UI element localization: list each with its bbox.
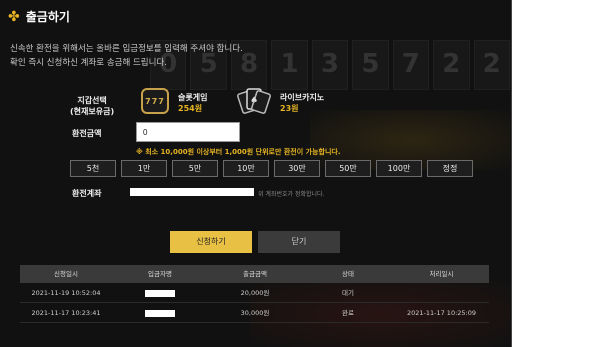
withdraw-history-table: 신청일시 입금자명 출금금액 상태 처리일시 2021-11-19 10:52:… [20, 265, 489, 323]
playing-cards-icon[interactable]: ♠ [236, 86, 272, 116]
casino-wallet-name[interactable]: 라이브카지노 [280, 92, 324, 103]
bg-digit: 3 [311, 40, 349, 90]
column-header: 처리일시 [429, 270, 454, 278]
bg-digit: 1 [271, 40, 308, 90]
amount-reset-button[interactable]: 정정 [427, 160, 473, 177]
amount-label: 환전금액 [72, 129, 102, 138]
cell-status: 완료 [342, 309, 354, 317]
column-header: 신청일시 [54, 270, 78, 278]
cell-depositor-redacted [112, 303, 208, 322]
amount-button-300k[interactable]: 30만 [274, 160, 320, 177]
withdraw-amount-input[interactable] [136, 122, 240, 142]
table-row: 2021-11-19 10:52:04 20,000원 대기 [20, 283, 489, 303]
cell-depositor-redacted [112, 283, 208, 302]
wallet-label: 지갑선택 (현재보유금) [70, 95, 114, 117]
table-row: 2021-11-17 10:23:41 30,000원 완료 2021-11-1… [20, 303, 489, 323]
withdraw-modal: 0 5 8 1 3 5 7 2 2 ✤ 출금하기 신속한 환전을 위해서는 올바… [0, 0, 512, 347]
slot-wallet-amount: 254원 [178, 104, 203, 113]
wallet-label-line: 지갑선택 [77, 96, 107, 105]
cell-request-date: 2021-11-17 10:23:41 [31, 309, 101, 317]
column-header: 출금금액 [243, 270, 267, 278]
bg-digit: 2 [433, 40, 470, 90]
amount-button-1m[interactable]: 100만 [376, 160, 422, 177]
casino-wallet-amount: 23원 [280, 104, 299, 113]
amount-button-100k[interactable]: 10만 [223, 160, 269, 177]
svg-text:♠: ♠ [250, 96, 258, 106]
cell-processed-date [394, 283, 489, 302]
account-number-redacted [130, 188, 254, 196]
slot-icon-text: 777 [145, 96, 165, 106]
column-header: 입금자명 [148, 270, 172, 278]
notice-text: 신속한 환전을 위해서는 올바른 입금정보를 입력해 주셔야 합니다. 확인 즉… [10, 42, 243, 70]
amount-button-50k[interactable]: 5만 [172, 160, 218, 177]
account-hint: 위 계좌번호가 정확합니다. [258, 191, 325, 198]
bg-digit: 7 [392, 40, 430, 90]
redaction-mask [145, 289, 175, 297]
cell-processed-date: 2021-11-17 10:25:09 [406, 309, 477, 317]
apply-button[interactable]: 신청하기 [170, 231, 252, 253]
clover-icon: ✤ [8, 8, 20, 25]
amount-button-row: 5천 1만 5만 10만 30만 50만 100만 정정 [70, 160, 473, 177]
cell-request-date: 2021-11-19 10:52:04 [31, 289, 101, 297]
cell-amount: 20,000원 [240, 289, 270, 297]
amount-button-5k[interactable]: 5천 [70, 160, 116, 177]
redaction-mask [145, 309, 175, 317]
modal-header: ✤ 출금하기 [8, 8, 70, 25]
cell-amount: 30,000원 [240, 309, 270, 317]
amount-button-500k[interactable]: 50만 [325, 160, 371, 177]
slot-wallet-name[interactable]: 슬롯게임 [178, 92, 207, 103]
column-header: 상태 [342, 270, 354, 278]
notice-line: 확인 즉시 신청하신 계좌로 송금해 드립니다. [10, 58, 167, 68]
close-button[interactable]: 닫기 [258, 231, 340, 253]
slot-machine-icon[interactable]: 777 [141, 88, 169, 114]
bg-digit: 2 [473, 40, 510, 90]
bg-digit: 5 [352, 40, 389, 90]
minimum-amount-warning: ※ 최소 10,000원 이상부터 1,000원 단위로만 환전이 가능합니다. [136, 148, 341, 156]
account-label: 환전계좌 [72, 189, 102, 198]
notice-line: 신속한 환전을 위해서는 올바른 입금정보를 입력해 주셔야 합니다. [10, 44, 243, 54]
table-header: 신청일시 입금자명 출금금액 상태 처리일시 [20, 265, 489, 283]
cell-status: 대기 [342, 289, 354, 297]
modal-title: 출금하기 [25, 10, 70, 24]
amount-button-10k[interactable]: 1만 [121, 160, 167, 177]
wallet-label-line: (현재보유금) [70, 107, 115, 116]
